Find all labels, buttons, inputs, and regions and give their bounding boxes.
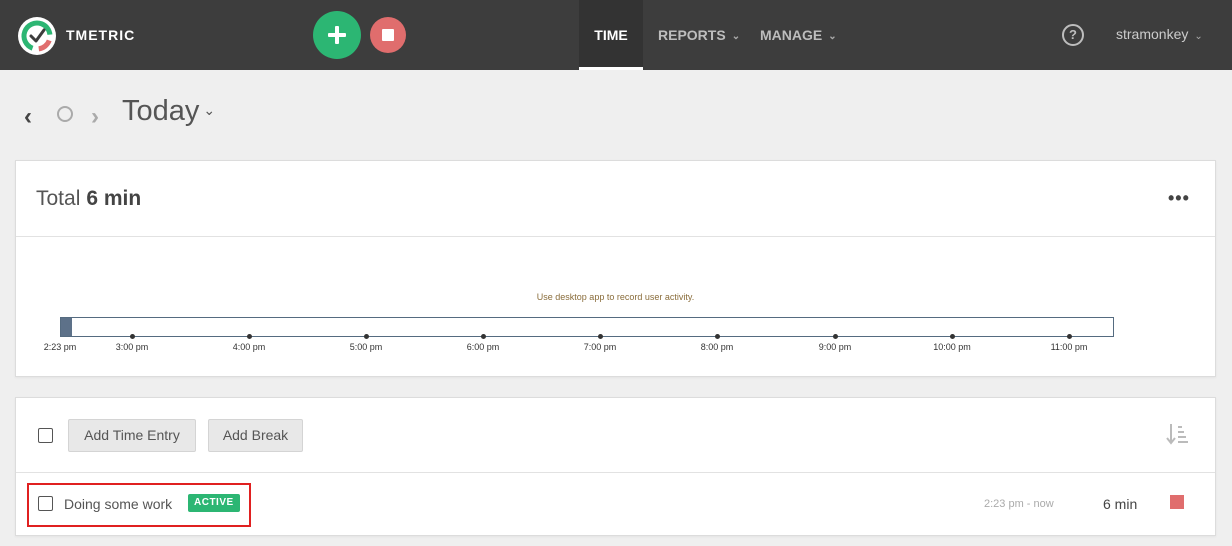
date-picker[interactable]: Today ⌄ [122,95,215,128]
timeline-tick-label: 7:00 pm [583,342,617,352]
tmetric-logo-icon[interactable] [18,17,56,55]
activity-note: Use desktop app to record user activity. [536,292,695,302]
user-menu[interactable]: stramonkey ⌄ [1116,26,1203,42]
timeline-tick [130,334,135,339]
top-bar: TMETRIC TIME REPORTS ⌄ MANAGE ⌄ ? stramonk… [0,0,1232,70]
today-circle-icon[interactable] [57,106,73,122]
stop-square-icon [382,29,394,41]
timeline-tick-label: 3:00 pm [115,342,149,352]
entry-duration[interactable]: 6 min [1103,496,1137,512]
next-day-button[interactable]: › [91,103,99,131]
entry-time-range[interactable]: 2:23 pm - now [984,498,1054,510]
page-title: Today [122,95,200,127]
sort-icon[interactable] [1166,422,1188,446]
summary-header: Total 6 min ••• [16,161,1215,237]
nav-manage[interactable]: MANAGE ⌄ [760,0,837,70]
help-icon[interactable]: ? [1062,24,1084,46]
timeline-tick [247,334,252,339]
nav-time-label: TIME [594,27,628,43]
timeline-tick-label: 5:00 pm [349,342,383,352]
stop-timer-button[interactable] [370,17,406,53]
timeline-tracked-segment[interactable] [61,318,72,336]
nav-time[interactable]: TIME [579,0,643,70]
timeline-start-label: 2:23 pm [43,342,77,352]
timeline-tick-label: 9:00 pm [818,342,852,352]
summary-card: Total 6 min ••• Use desktop app to record… [15,160,1216,377]
previous-day-button[interactable]: ‹ [24,103,32,131]
timeline-tick [364,334,369,339]
timeline-tick [481,334,486,339]
add-time-entry-button[interactable]: Add Time Entry [68,419,196,452]
timeline-tick-label: 11:00 pm [1050,342,1088,352]
timeline-tick-label: 4:00 pm [232,342,266,352]
chevron-down-icon: ⌄ [828,31,837,42]
timeline-tick [950,334,955,339]
chevron-down-icon: ⌄ [203,102,216,118]
user-name: stramonkey [1116,26,1189,42]
chevron-down-icon: ⌄ [731,31,741,42]
time-entry-row[interactable]: Doing some work ACTIVE 2:23 pm - now 6 m… [16,473,1215,535]
chevron-down-icon: ⌄ [1194,31,1203,42]
total-time: Total 6 min [36,187,141,211]
entries-toolbar: Add Time Entry Add Break [16,398,1215,473]
entry-description[interactable]: Doing some work [64,496,172,512]
timeline-tick-label: 8:00 pm [700,342,734,352]
entry-checkbox[interactable] [38,496,53,511]
nav-reports-label: REPORTS [658,27,726,43]
total-label: Total [36,187,81,210]
select-all-checkbox[interactable] [38,428,53,443]
time-entries-card: Add Time Entry Add Break Doing some work… [15,397,1216,536]
status-badge: ACTIVE [188,494,240,512]
timeline-tick [833,334,838,339]
timeline-tick [598,334,603,339]
timeline-tick-label: 10:00 pm [933,342,971,352]
timeline-tick [715,334,720,339]
total-value: 6 min [86,187,142,210]
plus-icon [328,26,346,44]
add-break-button[interactable]: Add Break [208,419,303,452]
stop-entry-button[interactable] [1170,495,1184,509]
start-timer-button[interactable] [313,11,361,59]
timeline-tick-label: 6:00 pm [466,342,500,352]
more-options-icon[interactable]: ••• [1168,188,1190,209]
nav-manage-label: MANAGE [760,27,823,43]
brand-name: TMETRIC [66,27,136,43]
timeline-bar [60,317,1114,337]
timeline-tick [1067,334,1072,339]
nav-reports[interactable]: REPORTS ⌄ [658,0,740,70]
